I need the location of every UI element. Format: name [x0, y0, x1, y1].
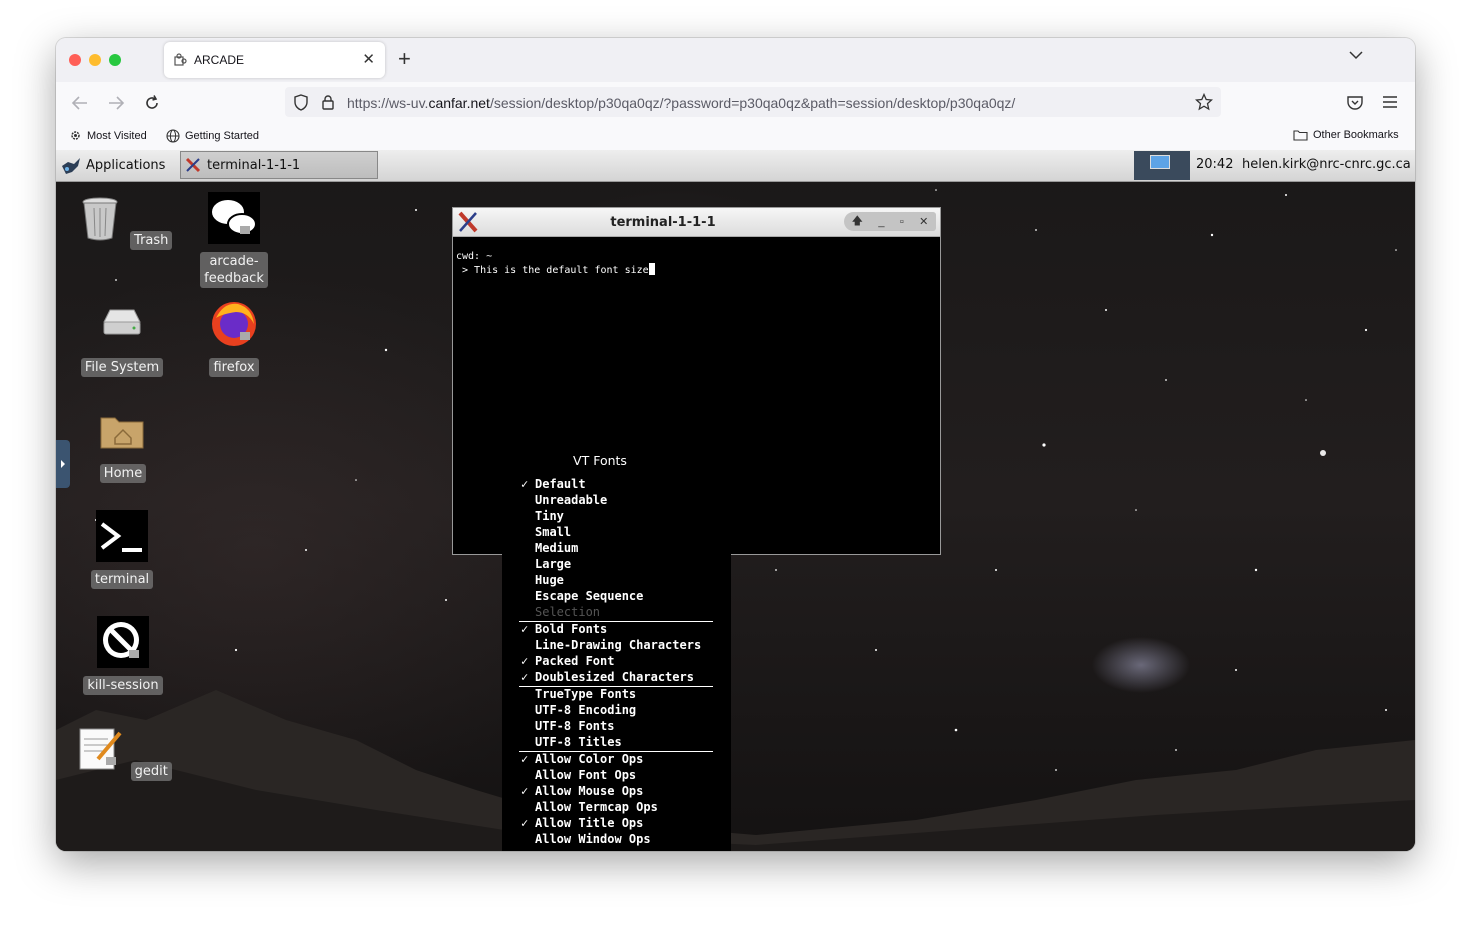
forward-arrow-icon[interactable]	[107, 94, 125, 112]
pocket-icon[interactable]	[1347, 95, 1363, 110]
workspace-switcher[interactable]	[1134, 151, 1190, 180]
hard-drive-icon	[103, 309, 141, 335]
text-editor-icon	[79, 728, 122, 770]
vt-menu-item-unreadable[interactable]: Unreadable	[535, 492, 607, 508]
vt-menu-item-tiny[interactable]: Tiny	[535, 508, 564, 524]
bookmark-most-visited[interactable]: Most Visited	[69, 129, 147, 142]
desktop-icon-firefox[interactable]: firefox	[184, 298, 284, 377]
back-arrow-icon[interactable]	[71, 94, 89, 112]
vt-menu-item-allow-termcap-ops[interactable]: Allow Termcap Ops	[535, 799, 658, 815]
new-tab-icon[interactable]: +	[398, 46, 411, 72]
desktop-icon-arcade-feedback[interactable]: arcade-feedback	[184, 192, 284, 288]
gear-icon	[71, 131, 80, 140]
vt-menu-item-doublesized-characters[interactable]: Doublesized Characters	[535, 669, 694, 685]
desktop-icon-trash[interactable]: Trash	[73, 192, 173, 250]
vt-menu-item-large[interactable]: Large	[535, 556, 571, 572]
desktop-icon-file-system[interactable]: File System	[72, 298, 172, 377]
bookmarks-toolbar: Most Visited Getting Started Other Bookm…	[56, 122, 1415, 150]
xterm-logo-icon	[185, 157, 201, 173]
desktop-icon-home[interactable]: Home	[73, 404, 173, 483]
browser-window: ARCADE ✕ + https://ws-uv.canfar.net/sess…	[56, 38, 1415, 851]
zoom-window-button[interactable]	[109, 54, 121, 66]
vt-menu-item-utf-8-encoding[interactable]: UTF-8 Encoding	[535, 702, 636, 718]
checkmark-icon: ✓	[521, 670, 529, 684]
checkmark-icon: ✓	[521, 654, 529, 668]
shade-up-icon[interactable]: 🡅	[852, 212, 863, 231]
desktop-icon-kill-session[interactable]: kill-session	[73, 616, 173, 695]
vt-menu-item-escape-sequence[interactable]: Escape Sequence	[535, 588, 643, 604]
close-tab-icon[interactable]: ✕	[362, 50, 375, 68]
vt-menu-item-allow-font-ops[interactable]: Allow Font Ops	[535, 767, 636, 783]
lock-icon[interactable]	[321, 94, 335, 110]
taskbar-terminal-button[interactable]: terminal-1-1-1	[180, 151, 378, 179]
vt-fonts-menu-title: VT Fonts	[573, 453, 627, 468]
checkmark-icon: ✓	[521, 784, 529, 798]
home-folder-icon	[100, 417, 144, 449]
panel-clock: 20:42	[1196, 157, 1234, 172]
minimize-window-button[interactable]	[89, 54, 101, 66]
vt-menu-item-huge[interactable]: Huge	[535, 572, 564, 588]
desktop-icon-gedit[interactable]: gedit	[73, 723, 173, 781]
terminal-prompt-icon	[96, 510, 148, 562]
xterm-title: terminal-1-1-1	[610, 215, 716, 230]
desktop-icon-terminal[interactable]: terminal	[72, 510, 172, 589]
navigation-bar: https://ws-uv.canfar.net/session/desktop…	[56, 82, 1415, 122]
url-bar[interactable]: https://ws-uv.canfar.net/session/desktop…	[285, 87, 1221, 117]
vt-menu-item-allow-window-ops[interactable]: Allow Window Ops	[535, 831, 651, 847]
chat-bubbles-icon	[208, 192, 260, 244]
maximize-icon[interactable]: ▫	[900, 216, 904, 228]
checkmark-icon: ✓	[521, 752, 529, 766]
vt-menu-item-line-drawing-characters[interactable]: Line-Drawing Characters	[535, 637, 701, 653]
bookmark-other-bookmarks[interactable]: Other Bookmarks	[1293, 129, 1399, 141]
xterm-window-controls: 🡅 _ ▫ ✕	[844, 212, 936, 231]
terminal-cursor	[648, 263, 655, 275]
vt-menu-item-allow-mouse-ops[interactable]: Allow Mouse Ops	[535, 783, 643, 799]
vt-menu-item-medium[interactable]: Medium	[535, 540, 578, 556]
desktop-top-panel: Applications terminal-1-1-1 20:42 helen.…	[56, 150, 1415, 182]
checkmark-icon: ✓	[521, 816, 529, 830]
applications-logo-icon	[62, 158, 80, 174]
trash-icon	[82, 197, 118, 241]
folder-icon	[1293, 130, 1308, 141]
prohibited-icon	[97, 616, 149, 668]
puzzle-icon	[174, 53, 187, 66]
workspace-1[interactable]	[1150, 155, 1170, 169]
hamburger-menu-icon[interactable]	[1383, 96, 1397, 108]
applications-menu-button[interactable]: Applications	[60, 153, 165, 177]
xterm-titlebar[interactable]: terminal-1-1-1 🡅 _ ▫ ✕	[453, 208, 940, 237]
checkmark-icon: ✓	[521, 622, 529, 636]
vt-menu-item-utf-8-titles[interactable]: UTF-8 Titles	[535, 734, 622, 750]
tab-strip: ARCADE ✕ +	[56, 38, 1415, 82]
terminal-output[interactable]: cwd: ~ > This is the default font size	[456, 250, 655, 277]
tab-title: ARCADE	[194, 53, 245, 67]
vt-menu-item-small[interactable]: Small	[535, 524, 571, 540]
reload-icon[interactable]	[143, 94, 161, 112]
vt-menu-item-utf-8-fonts[interactable]: UTF-8 Fonts	[535, 718, 614, 734]
shield-icon[interactable]	[293, 94, 309, 111]
browser-tab-arcade[interactable]: ARCADE ✕	[164, 42, 385, 78]
star-bookmark-icon[interactable]	[1195, 93, 1213, 111]
vt-menu-item-allow-color-ops[interactable]: Allow Color Ops	[535, 751, 643, 767]
checkmark-icon: ✓	[521, 477, 529, 491]
firefox-icon	[212, 302, 256, 346]
vt-fonts-menu: VT Fonts Default ✓ Unreadable Tiny Small Medi…	[502, 440, 731, 851]
remote-desktop[interactable]: Applications terminal-1-1-1 20:42 helen.…	[56, 150, 1415, 851]
minimize-icon[interactable]: _	[878, 216, 884, 228]
vt-menu-item-default[interactable]: Default	[535, 476, 586, 492]
triangle-right-icon	[61, 460, 65, 468]
mountain-silhouette	[56, 690, 1415, 851]
vt-menu-item-allow-title-ops[interactable]: Allow Title Ops	[535, 815, 643, 831]
vt-menu-item-selection: Selection	[535, 605, 601, 619]
url-text: https://ws-uv.canfar.net/session/desktop…	[347, 95, 1016, 111]
globe-icon	[166, 129, 180, 143]
chevron-down-icon[interactable]	[1349, 50, 1363, 60]
vt-menu-item-packed-font[interactable]: Packed Font	[535, 653, 614, 669]
close-icon[interactable]: ✕	[919, 215, 928, 228]
side-panel-handle[interactable]	[56, 440, 70, 488]
panel-user: helen.kirk@nrc-cnrc.gc.ca	[1242, 157, 1411, 172]
bookmark-getting-started[interactable]: Getting Started	[166, 129, 259, 143]
close-window-button[interactable]	[69, 54, 81, 66]
vt-menu-item-bold-fonts[interactable]: Bold Fonts	[535, 621, 607, 637]
vt-menu-item-truetype-fonts[interactable]: TrueType Fonts	[535, 686, 636, 702]
